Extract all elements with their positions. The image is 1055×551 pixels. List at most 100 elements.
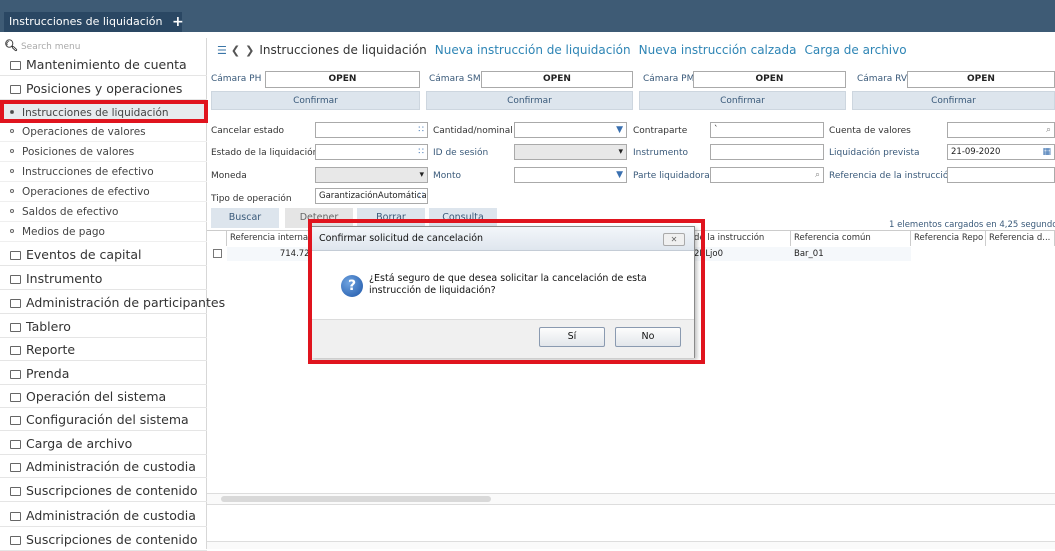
folder-icon bbox=[10, 251, 21, 260]
folder-icon bbox=[10, 416, 21, 425]
buscar-button[interactable]: Buscar bbox=[211, 208, 279, 228]
folder-icon bbox=[10, 440, 21, 449]
cell-ref-comun[interactable]: Bar_01 bbox=[791, 247, 911, 261]
confirm-ph-button[interactable]: Confirmar bbox=[211, 91, 420, 110]
folder-icon bbox=[10, 512, 21, 521]
list-icon: ∷ bbox=[418, 191, 424, 201]
monto-field[interactable]: ▼ bbox=[514, 167, 627, 183]
filter-icon: ▼ bbox=[616, 125, 623, 135]
page-title: Instrucciones de liquidación bbox=[259, 43, 427, 57]
confirm-rv-button[interactable]: Confirmar bbox=[852, 91, 1055, 110]
camara-pm-status: OPEN bbox=[693, 71, 846, 88]
search-menu[interactable]: 🔍︎ Search menu bbox=[4, 38, 204, 54]
header-referencia-comun[interactable]: Referencia común bbox=[791, 231, 911, 246]
sidebar-item-medios-pago[interactable]: Medios de pago bbox=[0, 222, 207, 242]
estado-liquidacion-label: Estado de la liquidación bbox=[211, 148, 319, 158]
sidebar-item-prenda[interactable]: Prenda bbox=[0, 362, 207, 385]
hierarchy-icon[interactable]: ☰ bbox=[217, 44, 227, 57]
sidebar-item-operacion-sistema[interactable]: Operación del sistema bbox=[0, 385, 207, 408]
instrumento-field[interactable] bbox=[710, 144, 824, 160]
parte-liquidadora-field[interactable]: ⌕ bbox=[710, 167, 824, 183]
contraparte-label: Contraparte bbox=[633, 126, 688, 136]
cantidad-nominal-field[interactable]: ▼ bbox=[514, 122, 627, 138]
folder-icon bbox=[10, 275, 21, 284]
referencia-instruccion-field[interactable] bbox=[947, 167, 1055, 183]
cuenta-valores-label: Cuenta de valores bbox=[829, 126, 911, 136]
sidebar-item-configuracion-sistema[interactable]: Configuración del sistema bbox=[0, 408, 207, 431]
dropdown-arrow-icon: ▾ bbox=[618, 147, 623, 157]
search-input[interactable]: Search menu bbox=[21, 42, 81, 52]
sidebar-item-administracion-participantes[interactable]: Administración de participantes bbox=[0, 291, 225, 314]
folder-icon bbox=[10, 346, 21, 355]
list-icon: ∷ bbox=[418, 147, 424, 157]
row-checkbox[interactable] bbox=[213, 249, 222, 258]
sidebar-item-instrucciones-efectivo[interactable]: Instrucciones de efectivo bbox=[0, 162, 207, 182]
folder-icon bbox=[10, 463, 21, 472]
search-icon: ⌕ bbox=[814, 170, 820, 180]
camara-ph-label: Cámara PH bbox=[211, 74, 262, 84]
grid-status: 1 elementos cargados en 4,25 segundo bbox=[889, 220, 1055, 230]
sidebar-item-operaciones-valores[interactable]: Operaciones de valores bbox=[0, 122, 207, 142]
sidebar-item-instrumento[interactable]: Instrumento bbox=[0, 267, 207, 290]
scroll-thumb[interactable] bbox=[221, 496, 491, 502]
folder-icon bbox=[10, 487, 21, 496]
forward-icon[interactable]: ❯ bbox=[245, 44, 254, 57]
tab-instrucciones[interactable]: Instrucciones de liquidación bbox=[4, 12, 182, 32]
sidebar-item-suscripciones-contenido[interactable]: Suscripciones de contenido bbox=[0, 479, 207, 502]
parte-liquidadora-label: Parte liquidadora bbox=[633, 171, 710, 181]
header-referencia-d[interactable]: Referencia d... bbox=[986, 231, 1055, 246]
bullet-icon bbox=[10, 229, 14, 233]
cell-ref-instruccion[interactable]: 2RLjo0 bbox=[691, 247, 791, 261]
id-sesion-select[interactable]: ▾ bbox=[514, 144, 627, 160]
highlight-sidebar-item bbox=[0, 100, 208, 123]
back-icon[interactable]: ❮ bbox=[231, 44, 240, 57]
search-icon: ⌕ bbox=[1045, 125, 1051, 135]
header-ref-instruccion[interactable]: de la instrucción bbox=[691, 231, 791, 246]
add-tab-button[interactable]: + bbox=[172, 12, 186, 32]
moneda-label: Moneda bbox=[211, 171, 247, 181]
id-sesion-label: ID de sesión bbox=[433, 148, 489, 158]
sidebar-item-carga-archivo[interactable]: Carga de archivo bbox=[0, 432, 207, 455]
tipo-operacion-field[interactable]: GarantizaciónAutomática ∷ bbox=[315, 188, 428, 204]
sidebar-item-posiciones-valores[interactable]: Posiciones de valores bbox=[0, 142, 207, 162]
confirm-sm-button[interactable]: Confirmar bbox=[426, 91, 633, 110]
sidebar-item-suscripciones-contenido-2[interactable]: Suscripciones de contenido bbox=[0, 528, 207, 551]
liquidacion-prevista-field[interactable]: 21-09-2020 ▦ bbox=[947, 144, 1055, 160]
bullet-icon bbox=[10, 189, 14, 193]
select-header bbox=[207, 231, 227, 246]
link-nueva-calzada[interactable]: Nueva instrucción calzada bbox=[639, 43, 797, 57]
sidebar-item-administracion-custodia-2[interactable]: Administración de custodia bbox=[0, 504, 207, 527]
sidebar-item-mantenimiento[interactable]: Mantenimiento de cuenta bbox=[0, 53, 207, 76]
bullet-icon bbox=[10, 209, 14, 213]
bullet-icon bbox=[10, 149, 14, 153]
link-carga-archivo[interactable]: Carga de archivo bbox=[805, 43, 907, 57]
camara-ph-status: OPEN bbox=[265, 71, 420, 88]
cell-ref-interna[interactable]: 714.726 bbox=[227, 247, 319, 261]
folder-icon bbox=[10, 61, 21, 70]
contraparte-field[interactable]: ` bbox=[710, 122, 824, 138]
confirm-pm-button[interactable]: Confirmar bbox=[639, 91, 846, 110]
moneda-select[interactable]: ▾ bbox=[315, 167, 428, 183]
camara-rv-status: OPEN bbox=[907, 71, 1055, 88]
sidebar-item-operaciones-efectivo[interactable]: Operaciones de efectivo bbox=[0, 182, 207, 202]
camara-sm-status: OPEN bbox=[481, 71, 633, 88]
sidebar-item-administracion-custodia[interactable]: Administración de custodia bbox=[0, 455, 207, 478]
monto-label: Monto bbox=[433, 171, 462, 181]
horizontal-scrollbar[interactable] bbox=[207, 493, 1055, 505]
header-referencia-interna[interactable]: Referencia interna bbox=[227, 231, 319, 246]
estado-liquidacion-field[interactable]: ∷ bbox=[315, 144, 428, 160]
sidebar-item-posiciones[interactable]: Posiciones y operaciones bbox=[0, 77, 207, 100]
sidebar-item-reporte[interactable]: Reporte bbox=[0, 338, 207, 361]
sidebar-item-tablero[interactable]: Tablero bbox=[0, 315, 207, 338]
liquidacion-prevista-label: Liquidación prevista bbox=[829, 148, 920, 158]
folder-icon bbox=[10, 393, 21, 402]
cuenta-valores-field[interactable]: ⌕ bbox=[947, 122, 1055, 138]
search-icon: 🔍︎ bbox=[4, 39, 18, 52]
cancelar-estado-field[interactable]: ∷ bbox=[315, 122, 428, 138]
folder-icon bbox=[10, 370, 21, 379]
header-referencia-repo[interactable]: Referencia Repo bbox=[911, 231, 986, 246]
sidebar-item-eventos-capital[interactable]: Eventos de capital bbox=[0, 243, 207, 266]
bottom-scrollbar[interactable] bbox=[207, 541, 1055, 549]
sidebar-item-saldos-efectivo[interactable]: Saldos de efectivo bbox=[0, 202, 207, 222]
link-nueva-instruccion[interactable]: Nueva instrucción de liquidación bbox=[435, 43, 631, 57]
